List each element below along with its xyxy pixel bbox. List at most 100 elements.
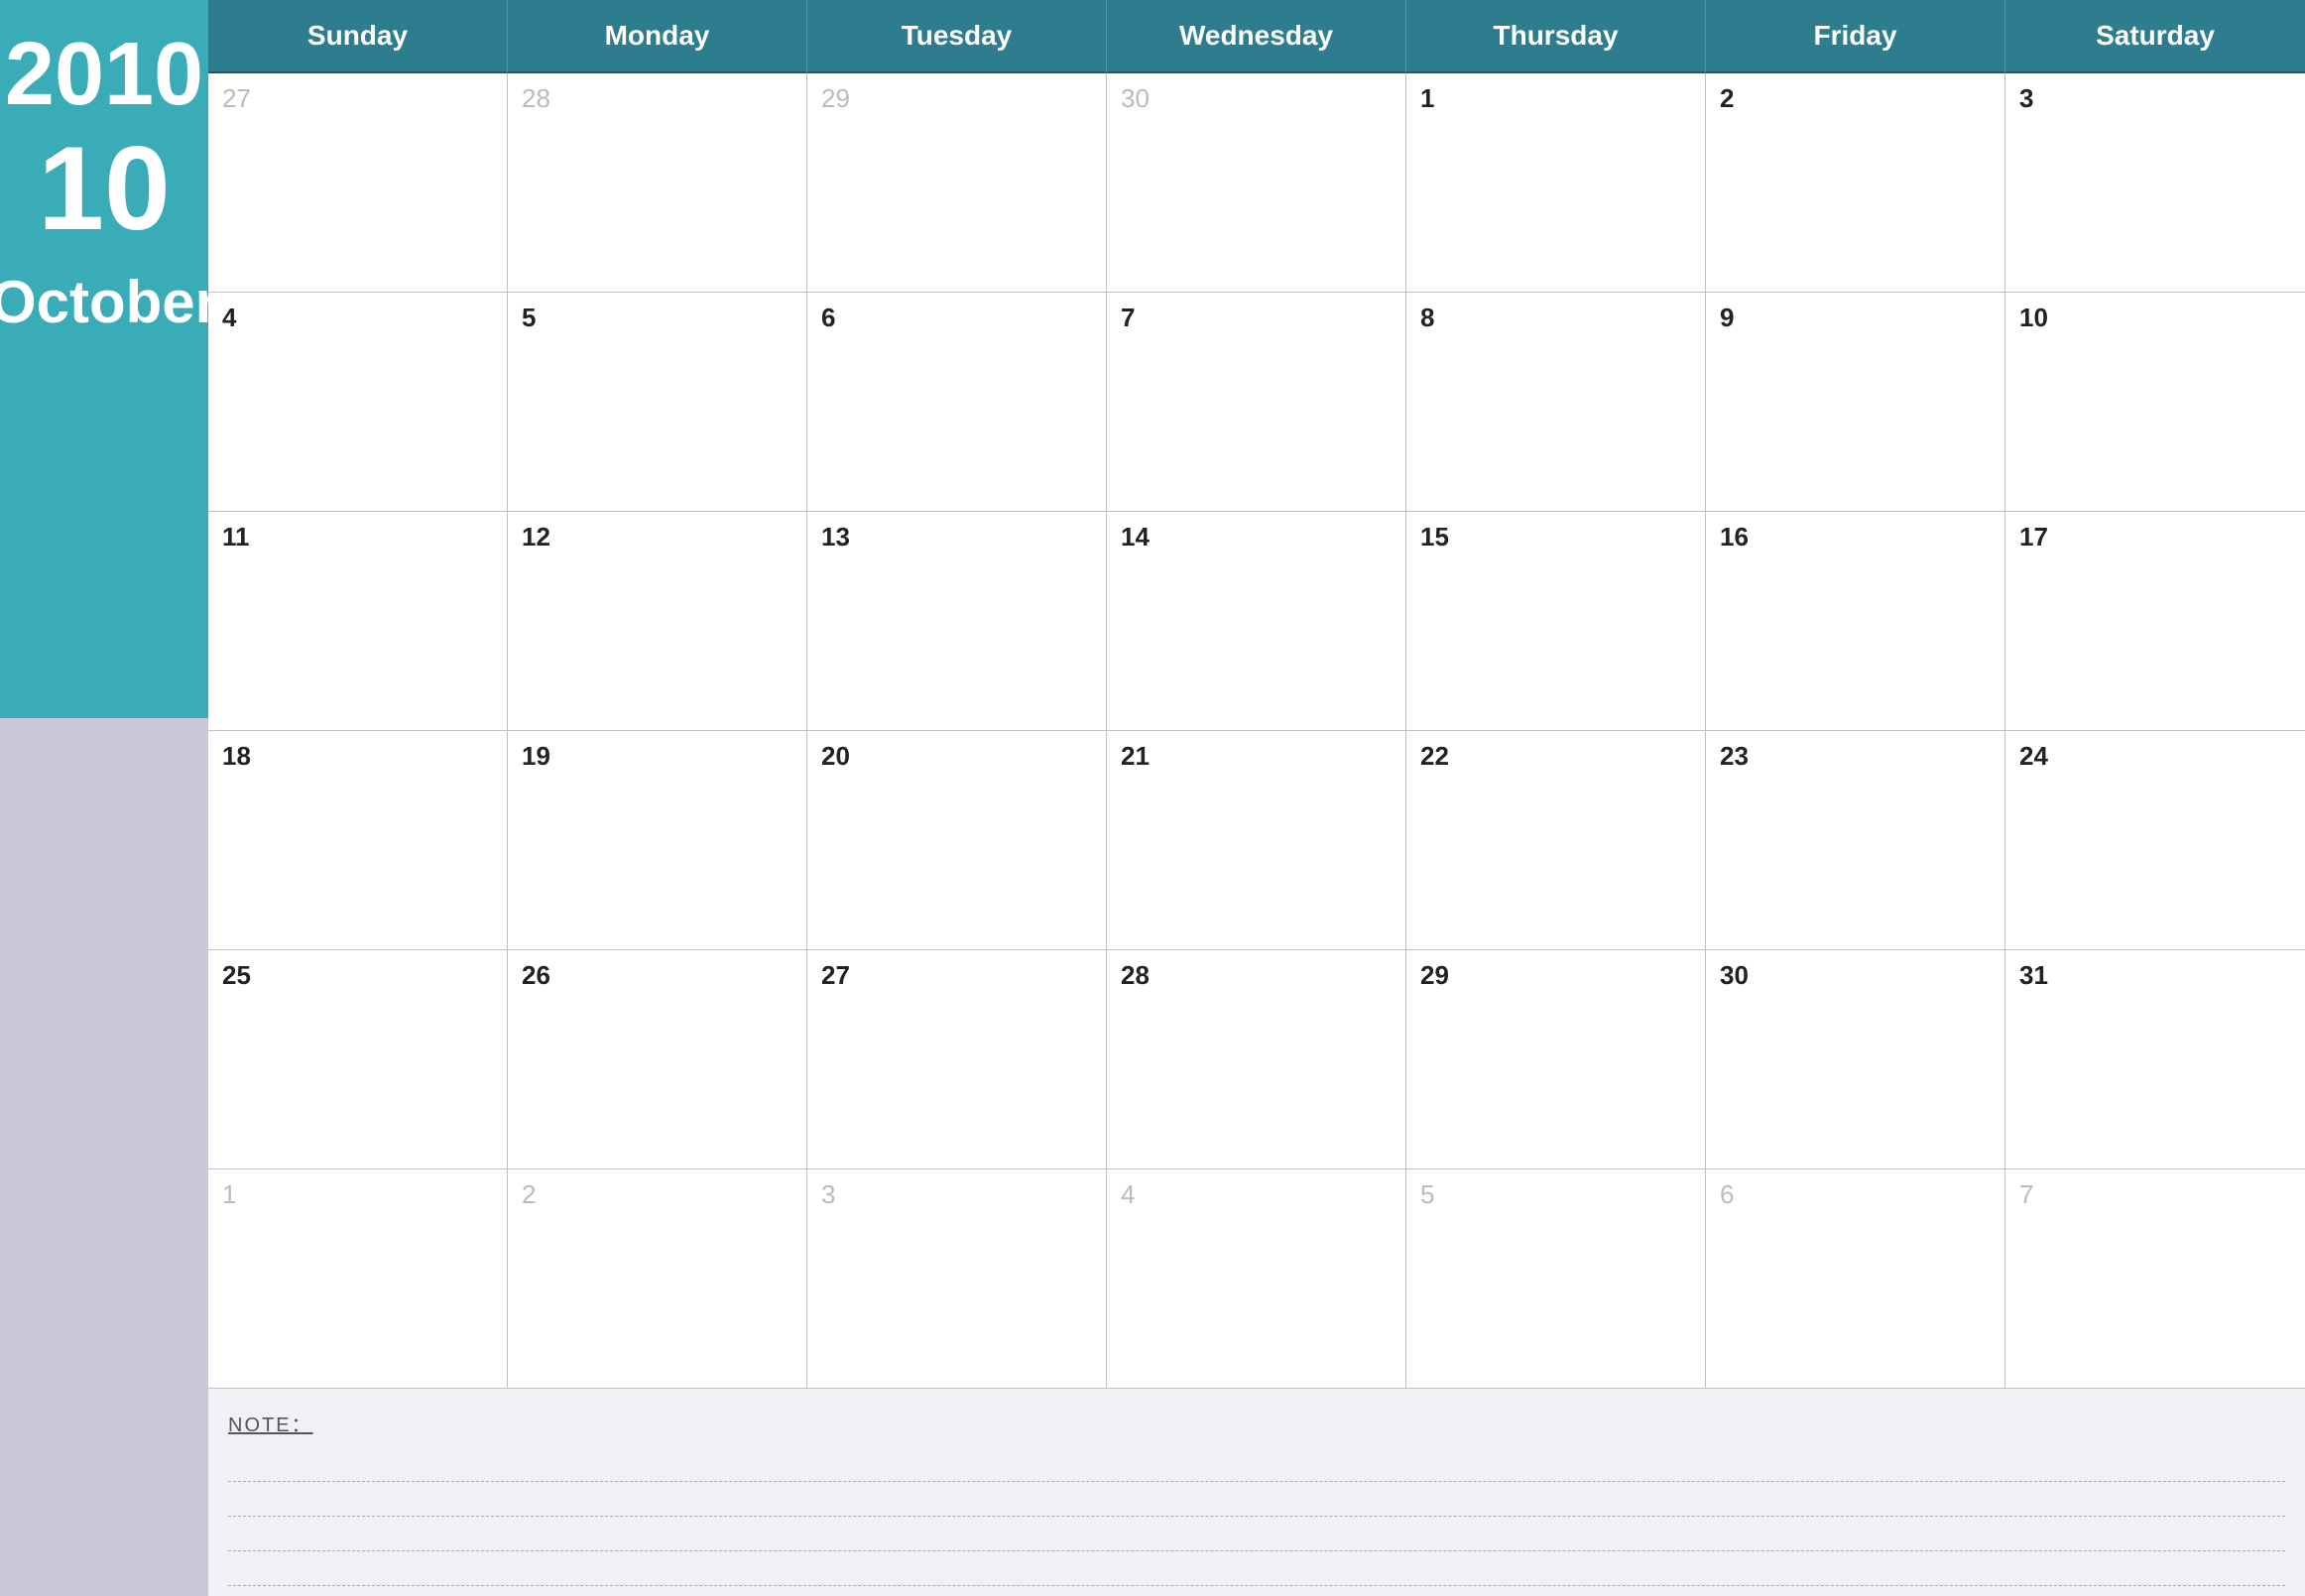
day-cell[interactable]: 19 <box>508 731 807 950</box>
day-number: 4 <box>222 303 236 332</box>
day-cell[interactable]: 26 <box>508 950 807 1169</box>
notes-label: NOTE： <box>228 1409 2285 1437</box>
day-cell[interactable]: 16 <box>1706 512 2005 731</box>
day-number: 8 <box>1420 303 1434 332</box>
notes-line-4 <box>228 1551 2285 1586</box>
day-number: 20 <box>821 741 850 771</box>
day-cell[interactable]: 23 <box>1706 731 2005 950</box>
month-name-label: October <box>0 268 218 336</box>
day-cell[interactable]: 25 <box>208 950 508 1169</box>
day-number: 13 <box>821 522 850 552</box>
day-number: 3 <box>821 1179 835 1209</box>
day-number: 1 <box>1420 83 1434 113</box>
day-cell[interactable]: 21 <box>1107 731 1406 950</box>
notes-line-1 <box>228 1447 2285 1482</box>
day-number: 27 <box>821 960 850 990</box>
day-number: 5 <box>522 303 536 332</box>
day-cell[interactable]: 22 <box>1406 731 1706 950</box>
day-number: 1 <box>222 1179 236 1209</box>
day-cell[interactable]: 1 <box>208 1169 508 1389</box>
day-number: 23 <box>1720 741 1749 771</box>
day-cell[interactable]: 7 <box>2005 1169 2305 1389</box>
day-number: 7 <box>2019 1179 2033 1209</box>
day-number: 4 <box>1121 1179 1135 1209</box>
header-cell-sunday: Sunday <box>208 0 508 73</box>
calendar-grid: SundayMondayTuesdayWednesdayThursdayFrid… <box>208 0 2305 1389</box>
day-number: 31 <box>2019 960 2048 990</box>
day-cell[interactable]: 3 <box>807 1169 1107 1389</box>
day-number: 2 <box>522 1179 536 1209</box>
day-number: 16 <box>1720 522 1749 552</box>
calendar-container: 2010 10 October SundayMondayTuesdayWedne… <box>0 0 2305 1596</box>
header-cell-saturday: Saturday <box>2005 0 2305 73</box>
header-cell-monday: Monday <box>508 0 807 73</box>
day-number: 29 <box>1420 960 1449 990</box>
day-number: 22 <box>1420 741 1449 771</box>
day-cell[interactable]: 5 <box>1406 1169 1706 1389</box>
day-cell[interactable]: 5 <box>508 293 807 512</box>
day-number: 28 <box>522 83 550 113</box>
header-cell-thursday: Thursday <box>1406 0 1706 73</box>
day-number: 21 <box>1121 741 1150 771</box>
day-cell[interactable]: 4 <box>208 293 508 512</box>
day-cell[interactable]: 31 <box>2005 950 2305 1169</box>
day-number: 15 <box>1420 522 1449 552</box>
day-cell[interactable]: 6 <box>1706 1169 2005 1389</box>
notes-line-3 <box>228 1517 2285 1551</box>
day-cell[interactable]: 18 <box>208 731 508 950</box>
day-number: 27 <box>222 83 251 113</box>
main-area: SundayMondayTuesdayWednesdayThursdayFrid… <box>208 0 2305 1596</box>
day-number: 11 <box>222 522 250 552</box>
day-cell[interactable]: 8 <box>1406 293 1706 512</box>
day-cell[interactable]: 28 <box>508 73 807 293</box>
day-cell[interactable]: 17 <box>2005 512 2305 731</box>
day-cell[interactable]: 4 <box>1107 1169 1406 1389</box>
day-cell[interactable]: 15 <box>1406 512 1706 731</box>
day-cell[interactable]: 10 <box>2005 293 2305 512</box>
day-number: 6 <box>821 303 835 332</box>
day-number: 6 <box>1720 1179 1734 1209</box>
day-number: 9 <box>1720 303 1734 332</box>
day-number: 12 <box>522 522 550 552</box>
day-cell[interactable]: 9 <box>1706 293 2005 512</box>
month-number-label: 10 <box>38 129 170 248</box>
day-cell[interactable]: 2 <box>1706 73 2005 293</box>
day-cell[interactable]: 30 <box>1706 950 2005 1169</box>
day-number: 10 <box>2019 303 2048 332</box>
day-cell[interactable]: 24 <box>2005 731 2305 950</box>
day-cell[interactable]: 20 <box>807 731 1107 950</box>
day-number: 29 <box>821 83 850 113</box>
notes-line-2 <box>228 1482 2285 1517</box>
sidebar: 2010 10 October <box>0 0 208 1596</box>
day-cell[interactable]: 28 <box>1107 950 1406 1169</box>
day-cell[interactable]: 27 <box>208 73 508 293</box>
day-cell[interactable]: 29 <box>1406 950 1706 1169</box>
day-cell[interactable]: 1 <box>1406 73 1706 293</box>
day-number: 5 <box>1420 1179 1434 1209</box>
day-cell[interactable]: 30 <box>1107 73 1406 293</box>
day-cell[interactable]: 6 <box>807 293 1107 512</box>
day-number: 7 <box>1121 303 1135 332</box>
header-cell-friday: Friday <box>1706 0 2005 73</box>
day-cell[interactable]: 3 <box>2005 73 2305 293</box>
day-number: 24 <box>2019 741 2048 771</box>
day-number: 26 <box>522 960 550 990</box>
notes-section: NOTE： <box>208 1389 2305 1596</box>
day-number: 25 <box>222 960 251 990</box>
day-number: 30 <box>1720 960 1749 990</box>
day-cell[interactable]: 12 <box>508 512 807 731</box>
day-cell[interactable]: 29 <box>807 73 1107 293</box>
day-cell[interactable]: 27 <box>807 950 1107 1169</box>
day-cell[interactable]: 2 <box>508 1169 807 1389</box>
day-cell[interactable]: 11 <box>208 512 508 731</box>
day-number: 18 <box>222 741 251 771</box>
day-cell[interactable]: 13 <box>807 512 1107 731</box>
header-row: SundayMondayTuesdayWednesdayThursdayFrid… <box>208 0 2305 73</box>
day-cell[interactable]: 7 <box>1107 293 1406 512</box>
year-label: 2010 <box>5 30 203 119</box>
day-number: 3 <box>2019 83 2033 113</box>
day-number: 2 <box>1720 83 1734 113</box>
day-number: 14 <box>1121 522 1150 552</box>
day-cell[interactable]: 14 <box>1107 512 1406 731</box>
day-number: 17 <box>2019 522 2048 552</box>
